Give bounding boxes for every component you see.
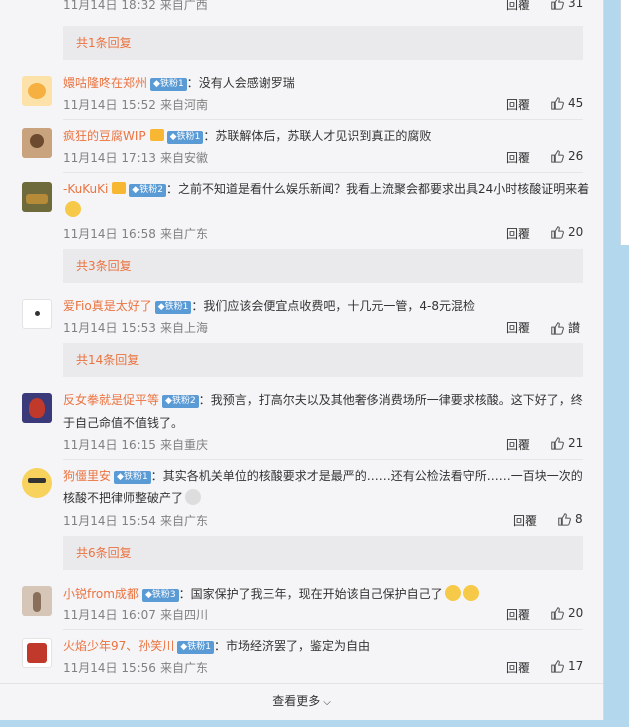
comment-meta: 11月14日 16:15 来自重庆 — [63, 438, 208, 452]
reply-button[interactable]: 回覆 — [506, 436, 530, 453]
username[interactable]: 嬛咕隆咚在郑州 — [63, 76, 147, 90]
reply-button[interactable]: 回覆 — [506, 0, 530, 13]
thumbs-up-icon — [551, 660, 564, 673]
avatar[interactable] — [22, 393, 52, 423]
reply-button[interactable]: 回覆 — [506, 606, 530, 623]
view-replies[interactable]: 共3条回复 — [63, 249, 583, 283]
thumbs-up-icon — [551, 97, 564, 110]
comment-text-cont — [63, 201, 81, 217]
crown-icon — [112, 182, 127, 194]
comment-text: 小锐from成都 ◆铁粉3 ：国家保护了我三年，现在开始该自己保护自己了 — [63, 585, 479, 602]
fan-badge: ◆铁粉2 — [129, 184, 166, 197]
comment-text-cont: 于自己命值不值钱了。 — [63, 416, 184, 430]
view-replies[interactable]: 共14条回复 — [63, 343, 583, 377]
fan-badge: ◆铁粉1 — [154, 301, 192, 314]
thumbs-up-icon — [551, 0, 564, 10]
avatar[interactable] — [22, 638, 52, 668]
like-button[interactable]: 26 — [550, 149, 583, 163]
fan-badge: ◆铁粉1 — [114, 471, 151, 484]
divider — [63, 459, 583, 460]
like-button[interactable]: 8 — [557, 512, 583, 526]
username[interactable]: 爱Fio真是太好了 — [63, 299, 152, 313]
reply-button[interactable]: 回覆 — [513, 512, 537, 529]
reply-button[interactable]: 回覆 — [506, 659, 530, 676]
emoji-icon — [462, 585, 479, 601]
thumbs-up-icon — [558, 513, 571, 526]
comment-text: 反女拳就是促平等 ◆铁粉2 ：我预言，打高尔夫以及其他奢侈消费场所一律要求核酸。这下… — [63, 393, 583, 408]
fan-badge: ◆铁粉1 — [177, 641, 214, 654]
comment-text: 爱Fio真是太好了 ◆铁粉1 ：我们应该会便宜点收费吧，十几元一管，4-8元混检 — [63, 299, 475, 314]
comment-text: -KuKuKi ◆铁粉2 ：之前不知道是看什么娱乐新闻？我看上流聚会都要求出具24小… — [63, 182, 590, 197]
crown-icon — [149, 129, 164, 141]
like-button[interactable]: 20 — [550, 225, 583, 239]
view-replies[interactable]: 共1条回复 — [63, 26, 583, 60]
like-button[interactable]: 17 — [550, 659, 583, 673]
comment-meta: 11月14日 15:56 来自广东 — [63, 661, 208, 675]
username[interactable]: 火焰少年97、孙笑川 — [63, 639, 174, 653]
reply-button[interactable]: 回覆 — [506, 319, 530, 336]
like-button[interactable]: 45 — [550, 96, 583, 110]
divider — [63, 172, 583, 173]
fan-badge: ◆铁粉2 — [162, 395, 199, 408]
side-panel-edge — [620, 0, 629, 245]
reply-button[interactable]: 回覆 — [506, 96, 530, 113]
avatar[interactable] — [22, 182, 52, 212]
divider — [63, 119, 583, 120]
thumbs-up-icon — [551, 226, 564, 239]
thumbs-up-icon — [551, 322, 564, 335]
reply-button[interactable]: 回覆 — [506, 149, 530, 166]
like-button[interactable]: 21 — [550, 436, 583, 450]
reply-button[interactable]: 回覆 — [506, 225, 530, 242]
comment-meta: 11月14日 15:52 来自河南 — [63, 98, 208, 112]
avatar[interactable] — [22, 299, 52, 329]
comment-text-cont: 核酸不把律师整破产了 — [63, 489, 202, 506]
comment-meta: 11月14日 17:13 来自安徽 — [63, 151, 208, 165]
username[interactable]: 狗僵里安 — [63, 469, 111, 483]
comment-text: 疯狂的豆腐WIP ◆铁粉1 ：苏联解体后，苏联人才见识到真正的腐败 — [63, 129, 432, 144]
fan-badge: ◆铁粉1 — [166, 131, 204, 144]
thumbs-up-icon — [551, 607, 564, 620]
chevron-down-icon: ⌵ — [323, 697, 331, 708]
comment-text: 火焰少年97、孙笑川 ◆铁粉1 ：市场经济罢了，鉴定为自由 — [63, 639, 370, 654]
comments-panel: 11月14日 18:32 来自广西 回覆 31 共1条回复 嬛咕隆咚在郑州 ◆铁粉… — [0, 0, 604, 720]
thumbs-up-icon — [551, 437, 564, 450]
username[interactable]: -KuKuKi — [63, 182, 108, 196]
avatar[interactable] — [22, 128, 52, 158]
username[interactable]: 小锐from成都 — [63, 587, 139, 601]
emoji-icon — [444, 585, 461, 601]
comment-meta: 11月14日 15:54 来自广东 — [63, 514, 208, 528]
view-replies[interactable]: 共6条回复 — [63, 536, 583, 570]
comment-meta: 11月14日 18:32 来自广西 — [63, 0, 208, 12]
fan-badge: ◆铁粉3 — [141, 589, 179, 602]
avatar[interactable] — [22, 586, 52, 616]
thumbs-up-icon — [551, 150, 564, 163]
comment-meta: 11月14日 16:58 来自广东 — [63, 227, 208, 241]
username[interactable]: 疯狂的豆腐WIP — [63, 129, 146, 143]
divider — [63, 629, 583, 630]
emoji-icon — [65, 201, 81, 217]
fan-badge: ◆铁粉1 — [150, 78, 187, 91]
comment-meta: 11月14日 15:53 来自上海 — [63, 321, 208, 335]
comment-meta: 11月14日 16:07 来自四川 — [63, 608, 208, 622]
like-button[interactable]: 讃 — [550, 319, 580, 336]
emoji-icon — [185, 489, 202, 505]
view-more-button[interactable]: 查看更多 ⌵ — [0, 683, 603, 718]
comment-text: 嬛咕隆咚在郑州 ◆铁粉1 ：没有人会感谢罗瑞 — [63, 76, 295, 91]
avatar[interactable] — [22, 468, 52, 498]
avatar[interactable] — [22, 76, 52, 106]
like-button[interactable]: 20 — [550, 606, 583, 620]
username[interactable]: 反女拳就是促平等 — [63, 393, 159, 407]
like-button[interactable]: 31 — [550, 0, 583, 10]
comment-text: 狗僵里安 ◆铁粉1 ：其实各机关单位的核酸要求才是最严的……还有公检法看守所……一百… — [63, 469, 583, 484]
